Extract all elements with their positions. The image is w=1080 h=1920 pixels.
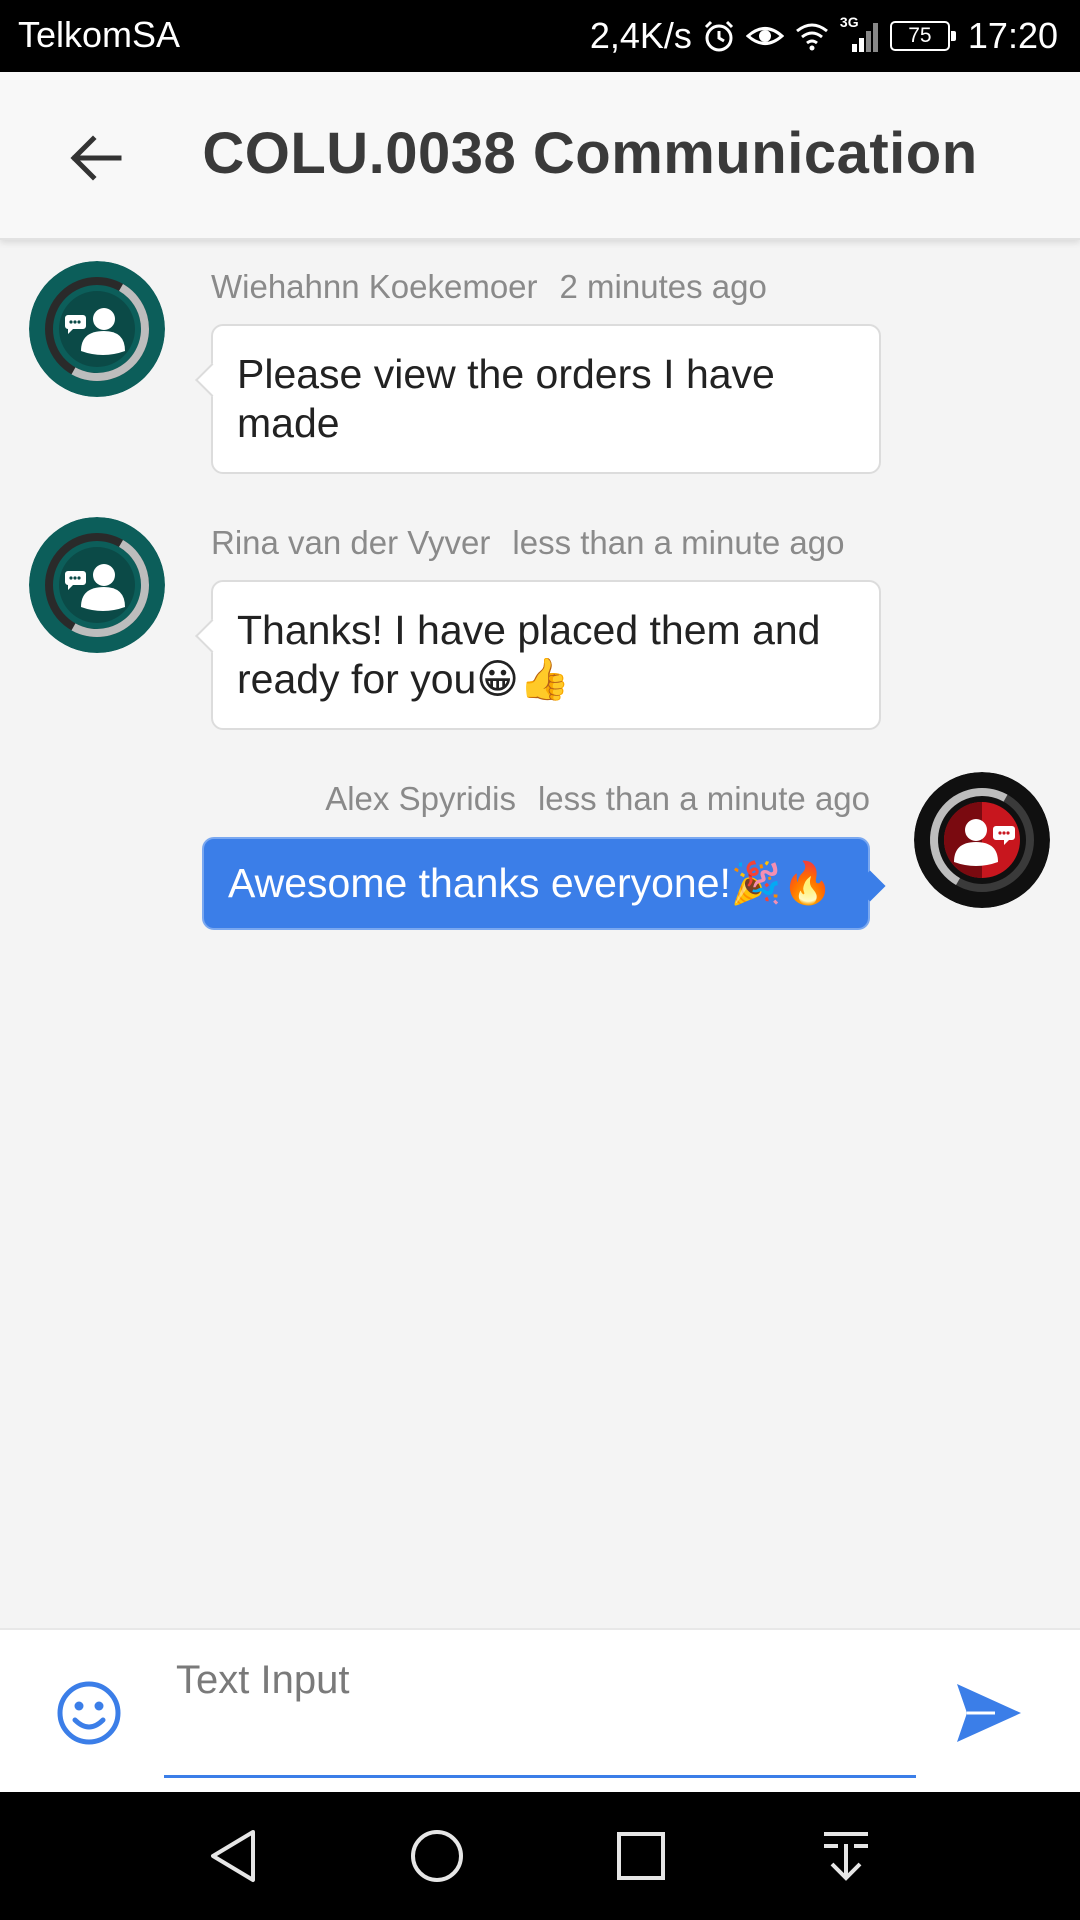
circle-home-icon <box>411 1830 463 1882</box>
triangle-back-icon <box>211 1830 255 1882</box>
user-chat-icon <box>914 772 1050 908</box>
nav-back-button[interactable] <box>203 1824 267 1888</box>
message-composer <box>0 1628 1080 1792</box>
message-bubble: Thanks! I have placed them and ready for… <box>211 580 881 730</box>
status-icons: 2,4K/s 3G 75 17:20 <box>590 12 1058 60</box>
status-bar: TelkomSA 2,4K/s 3G 75 17:20 <box>0 0 1080 72</box>
message-bubble: Please view the orders I have made <box>211 324 881 474</box>
system-nav-bar <box>0 1792 1080 1920</box>
message-meta: Alex Spyridis less than a minute ago <box>325 780 870 818</box>
battery-icon: 75 <box>889 21 956 51</box>
nav-recents-button[interactable] <box>609 1824 673 1888</box>
send-button[interactable] <box>955 1680 1023 1746</box>
smiley-icon <box>57 1681 121 1745</box>
nav-notifications-button[interactable] <box>814 1824 878 1888</box>
message-time: 2 minutes ago <box>559 268 767 305</box>
clock: 17:20 <box>967 15 1058 56</box>
user-chat-icon <box>29 261 165 397</box>
message-bubble: Awesome thanks everyone!🎉🔥 <box>202 837 870 930</box>
author-name: Rina van der Vyver <box>211 524 491 561</box>
message-time: less than a minute ago <box>537 780 870 817</box>
signal-strength: 3G <box>840 14 880 54</box>
message-meta: Wiehahnn Koekemoer 2 minutes ago <box>211 268 767 306</box>
square-recents-icon <box>617 1832 665 1880</box>
user-chat-icon <box>29 517 165 653</box>
emoji-button[interactable] <box>56 1680 122 1746</box>
avatar[interactable] <box>29 517 165 653</box>
avatar[interactable] <box>914 772 1050 908</box>
message-time: less than a minute ago <box>512 524 845 561</box>
wifi-icon <box>795 23 828 51</box>
author-name: Alex Spyridis <box>325 780 516 817</box>
avatar[interactable] <box>29 261 165 397</box>
author-name: Wiehahnn Koekemoer <box>211 268 538 305</box>
signal-icon <box>851 23 878 52</box>
message-meta: Rina van der Vyver less than a minute ago <box>211 524 844 562</box>
nav-home-button[interactable] <box>405 1824 469 1888</box>
carrier-name: TelkomSA <box>18 14 181 55</box>
alarm-icon <box>704 20 733 52</box>
network-speed: 2,4K/s <box>589 15 692 56</box>
pull-down-icon <box>824 1832 868 1881</box>
eye-icon <box>745 27 784 45</box>
page-title: COLU.0038 Communication <box>202 121 978 186</box>
send-icon <box>957 1684 1021 1742</box>
app-bar: COLU.0038 Communication <box>0 72 1080 240</box>
message-input[interactable] <box>164 1648 916 1778</box>
